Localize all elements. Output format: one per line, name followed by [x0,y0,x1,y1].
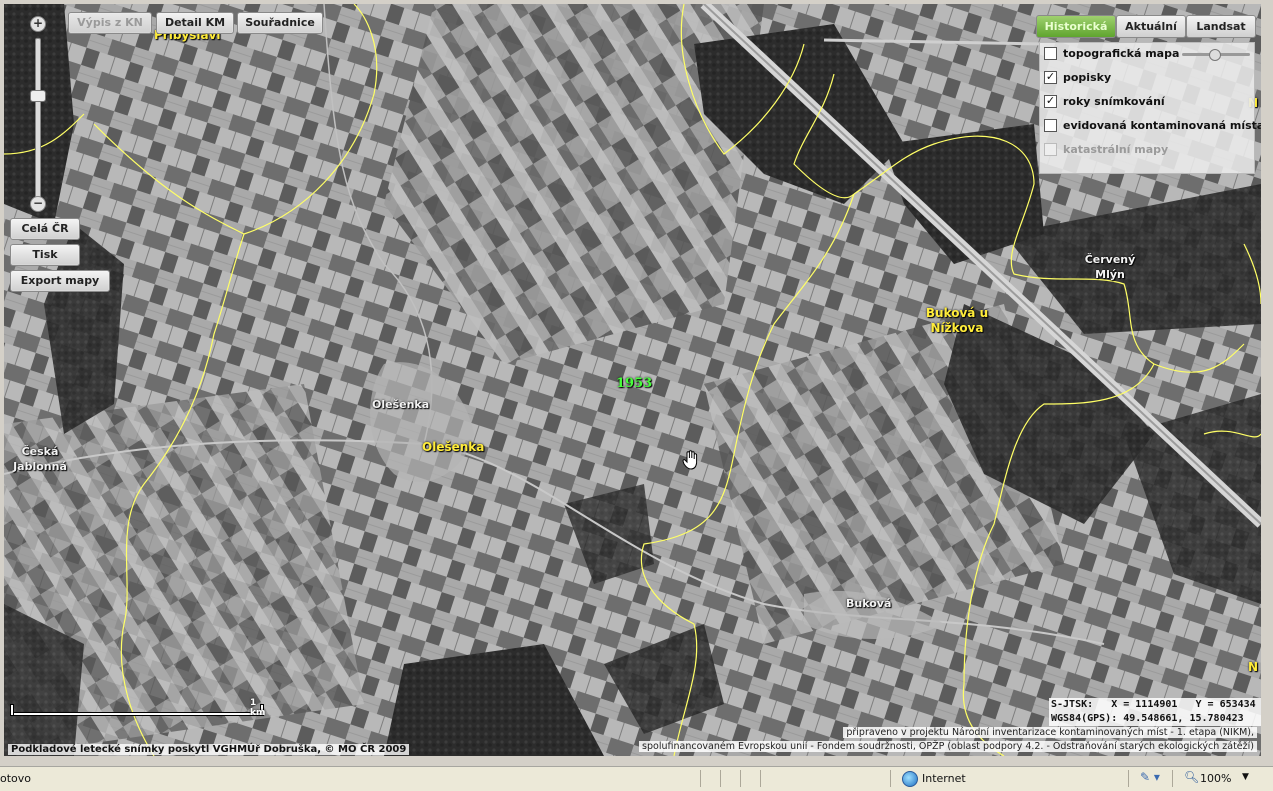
globe-icon [902,771,918,787]
coordinates-readout: S-JTSK: X = 1114901 Y = 653434 WGS84(GPS)… [1049,698,1261,726]
zoom-level-label[interactable]: 100% [1200,772,1231,785]
scale-label: 1 km [250,698,266,718]
aerial-map[interactable]: Přibyslavi Červený Mlýn Buková u Nížkova… [4,4,1261,756]
layer-contaminated-sites[interactable]: evidovaná kontaminovaná místa [1044,116,1261,136]
layer-labels[interactable]: ✓ popisky [1044,68,1111,88]
layer-contaminated-sites-checkbox[interactable] [1044,118,1057,132]
place-label-olesenka-village: Olešenka [372,398,430,411]
layer-labels-label: popisky [1063,71,1112,84]
zoom-out-button[interactable]: − [30,196,46,212]
layers-panel: topografická mapa ✓ popisky ✓ roky snímkov… [1039,42,1261,174]
place-label-bukova-u-nizkova: Buková u Nížkova [925,306,989,335]
tab-current[interactable]: Aktuální [1116,15,1186,38]
place-label-n-bottom: N [1248,660,1259,674]
coords-sjtsk: S-JTSK: X = 1114901 Y = 653434 [1051,699,1256,710]
layer-topographic[interactable]: topografická mapa [1044,44,1250,64]
layer-topographic-label: topografická mapa [1063,47,1180,60]
zoom-dropdown-icon[interactable]: ▼ [1242,772,1249,782]
place-label-olesenka: Olešenka [422,440,485,454]
layer-survey-years-checkbox[interactable]: ✓ [1044,94,1057,108]
layer-cadastral-maps[interactable]: katastrální mapy [1044,140,1168,160]
whole-cr-button[interactable]: Celá ČR [10,218,80,240]
cadastre-extract-button[interactable]: Výpis z KN [68,12,152,34]
zoom-slider-track[interactable] [35,38,41,198]
imagery-credit: Podkladové letecké snímky poskytl VGHMÚř… [8,744,410,755]
detail-km-button[interactable]: Detail KM [156,12,234,34]
layer-contaminated-sites-label: evidovaná kontaminovaná místa [1063,119,1261,132]
layer-labels-checkbox[interactable]: ✓ [1044,70,1057,84]
print-button[interactable]: Tisk [10,244,80,266]
protected-mode-icon[interactable]: ✎ ▾ [1140,770,1160,784]
place-label-cerveny-mlyn: Červený Mlýn [1084,253,1136,281]
coords-wgs84: WGS84(GPS): 49.548661, 15.780423 [1051,713,1244,724]
zoom-in-button[interactable]: + [30,16,46,32]
hand-cursor-icon [682,450,700,470]
place-label-ceska-jablonna: Česká Jablonná [13,445,67,473]
place-label-bukova: Buková [846,597,892,610]
layer-cadastral-maps-label: katastrální mapy [1063,143,1169,156]
scale-bar: 1 km [10,698,265,718]
tab-landsat[interactable]: Landsat [1186,15,1256,38]
export-map-button[interactable]: Export mapy [10,270,110,292]
opacity-slider[interactable] [1182,49,1250,61]
zoom-slider-handle[interactable] [30,90,46,102]
security-zone-label: Internet [922,772,966,785]
project-info-line2: spolufinancovaném Evropskou unií - Fonde… [639,741,1257,752]
zoom-control[interactable]: + − [22,16,54,216]
status-text: otovo [0,772,32,785]
opacity-slider-knob[interactable] [1209,49,1221,61]
layer-survey-years[interactable]: ✓ roky snímkování [1044,92,1165,112]
coordinates-button[interactable]: Souřadnice [237,12,323,34]
layer-survey-years-label: roky snímkování [1063,95,1165,108]
project-info-line1: připraveno v projektu Národní inventariz… [843,727,1257,738]
survey-year-label: 1953 [616,376,653,391]
zoom-magnifier-icon[interactable]: 🔍︎ [1184,770,1199,784]
browser-status-bar: otovo Internet ✎ ▾ 🔍︎ 100% ▼ [0,766,1273,791]
layer-topographic-checkbox[interactable] [1044,46,1057,60]
tab-historical[interactable]: Historická [1036,15,1116,38]
layer-cadastral-maps-checkbox[interactable] [1044,142,1057,156]
